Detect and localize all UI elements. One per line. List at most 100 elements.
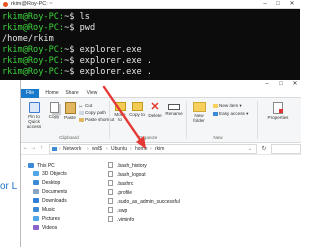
network-icon — [52, 147, 57, 151]
file-icon — [108, 189, 113, 195]
back-icon[interactable]: ← — [22, 144, 29, 153]
rename-icon — [168, 104, 180, 110]
file-icon — [108, 171, 113, 177]
terminal-line: rkim@Roy-PC:~$ explorer.exe . — [2, 56, 153, 66]
close-icon[interactable]: ✕ — [286, 0, 298, 9]
group-clipboard: Clipboard — [59, 135, 79, 140]
maximize-icon[interactable]: □ — [272, 0, 284, 9]
chevron-down-icon[interactable]: ⌄ — [248, 145, 252, 153]
pictures-icon — [33, 216, 39, 221]
delete-icon: ✕ — [150, 101, 160, 113]
ribbon-separator — [109, 101, 110, 139]
search-input[interactable] — [271, 144, 301, 154]
explorer-titlebar: – □ ✕ — [21, 80, 301, 89]
crumb-network[interactable]: Network — [63, 145, 81, 153]
maximize-icon[interactable]: □ — [275, 80, 287, 89]
paste-icon — [64, 102, 76, 114]
crumb-ubuntu[interactable]: Ubuntu — [111, 145, 127, 153]
cube-icon — [33, 171, 39, 176]
copy-path-button[interactable]: Copy path — [79, 110, 106, 116]
music-icon — [33, 207, 39, 212]
properties-icon — [273, 102, 283, 114]
crumb-wsl[interactable]: wsl$ — [92, 145, 102, 153]
list-item[interactable]: .viminfo — [108, 216, 228, 225]
ribbon-home: Pin to Quick access Copy Paste ✂ Cut Copy… — [21, 98, 301, 143]
nav-item-music[interactable]: Music — [33, 206, 55, 215]
list-item[interactable]: .bash_history — [108, 162, 228, 171]
delete-button[interactable]: ✕ Delete — [147, 101, 163, 119]
list-item[interactable]: .bash_logout — [108, 171, 228, 180]
ribbon-tabs: File Home Share View — [21, 89, 301, 98]
terminal-titlebar: rkim@Roy-PC: ~ – □ ✕ — [0, 0, 300, 9]
terminal-line: /home/rkim — [2, 34, 54, 44]
file-explorer-window: – □ ✕ File Home Share View Pin to Quick … — [20, 80, 301, 247]
forward-icon[interactable]: → — [30, 144, 37, 153]
group-new: New — [213, 135, 223, 140]
list-item[interactable]: .sudo_as_admin_successful — [108, 198, 228, 207]
nav-item-desktop[interactable]: Desktop — [33, 179, 60, 188]
terminal-line: rkim@Roy-PC:~$ explorer.exe — [2, 45, 142, 55]
background-window-text: or L — [0, 181, 18, 192]
file-icon — [108, 216, 113, 222]
ribbon-separator — [257, 101, 258, 139]
ribbon-separator — [186, 101, 187, 139]
videos-icon — [33, 225, 39, 230]
breadcrumb[interactable]: › Network › wsl$ › Ubuntu › home › rkim … — [49, 144, 257, 154]
cut-button[interactable]: ✂ Cut — [79, 103, 92, 109]
file-icon — [108, 162, 113, 168]
documents-icon — [33, 189, 39, 194]
terminal-title: rkim@Roy-PC: ~ — [11, 1, 53, 7]
file-list: .bash_history .bash_logout .bashrc .prof… — [108, 156, 301, 247]
desktop-icon — [33, 180, 39, 185]
nav-item-this-pc[interactable]: ⌄ This PC — [23, 161, 55, 170]
nav-item-downloads[interactable]: Downloads — [33, 197, 67, 206]
list-item[interactable]: .swp — [108, 207, 228, 216]
nav-item-pictures[interactable]: Pictures — [33, 215, 60, 224]
address-bar: ← → ↑ › Network › wsl$ › Ubuntu › home ›… — [21, 143, 301, 155]
copy-to-button[interactable]: Copy to — [129, 102, 145, 117]
move-to-button[interactable]: Move to — [112, 102, 128, 122]
pin-quick-access-button[interactable]: Pin to Quick access — [23, 102, 45, 129]
pin-icon — [28, 102, 40, 113]
crumb-rkim[interactable]: rkim — [155, 145, 164, 153]
terminal-line: rkim@Roy-PC:~$ pwd — [2, 23, 96, 33]
easy-access-button[interactable]: Easy access ▾ — [213, 111, 248, 117]
download-icon — [33, 198, 39, 203]
terminal-window: rkim@Roy-PC: ~ – □ ✕ rkim@Roy-PC:~$ ls r… — [0, 0, 300, 80]
crumb-home[interactable]: home — [135, 145, 148, 153]
ubuntu-icon — [3, 2, 8, 7]
paste-button[interactable]: Paste — [63, 102, 77, 120]
rename-button[interactable]: Rename — [165, 104, 183, 116]
refresh-icon[interactable]: ↻ — [259, 144, 269, 154]
pc-icon — [28, 163, 34, 168]
nav-item-videos[interactable]: Videos — [33, 224, 57, 233]
up-icon[interactable]: ↑ — [38, 144, 45, 153]
minimize-icon[interactable]: – — [261, 80, 273, 89]
group-organize: Organize — [138, 135, 158, 140]
new-folder-icon — [192, 102, 206, 112]
move-to-icon — [114, 102, 126, 111]
list-item[interactable]: .profile — [108, 189, 228, 198]
new-item-button[interactable]: New item ▾ — [213, 103, 242, 109]
tab-file[interactable]: File — [21, 89, 39, 98]
file-icon — [108, 207, 113, 213]
file-icon — [108, 198, 113, 204]
terminal-output[interactable]: rkim@Roy-PC:~$ ls rkim@Roy-PC:~$ pwd /ho… — [2, 12, 298, 78]
nav-item-documents[interactable]: Documents — [33, 188, 67, 197]
nav-item-3d-objects[interactable]: 3D Objects — [33, 170, 67, 179]
close-icon[interactable]: ✕ — [289, 80, 301, 89]
tab-share[interactable]: Share — [63, 89, 81, 98]
new-folder-button[interactable]: New folder — [189, 102, 209, 123]
copy-button[interactable]: Copy — [47, 102, 61, 119]
file-icon — [108, 180, 113, 186]
minimize-icon[interactable]: – — [259, 0, 271, 9]
navigation-pane: ⌄ This PC 3D Objects Desktop Documents Do… — [21, 156, 97, 247]
list-item[interactable]: .bashrc — [108, 180, 228, 189]
tab-home[interactable]: Home — [43, 89, 61, 98]
copy-icon — [49, 102, 59, 113]
terminal-line: rkim@Roy-PC:~$ explorer.exe . — [2, 67, 153, 77]
terminal-line: rkim@Roy-PC:~$ ls — [2, 12, 90, 22]
copy-to-icon — [131, 102, 143, 111]
properties-button[interactable]: Properties — [265, 102, 291, 120]
tab-view[interactable]: View — [83, 89, 101, 98]
